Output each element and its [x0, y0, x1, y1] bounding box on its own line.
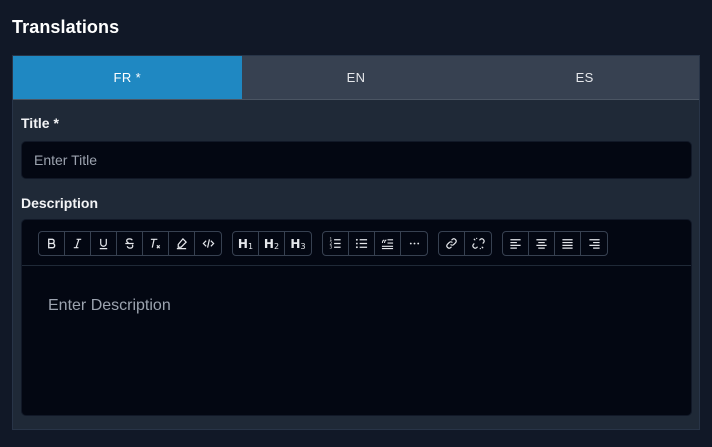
align-center-icon[interactable] [529, 232, 555, 255]
heading-group: H1 H2 H3 [232, 231, 312, 256]
heading-1-letter: H [237, 236, 248, 251]
required-marker: * [53, 115, 59, 131]
code-icon[interactable] [195, 232, 221, 255]
heading-1-icon[interactable]: H1 [233, 232, 259, 255]
tab-fr[interactable]: FR * [13, 56, 242, 99]
underline-icon[interactable] [91, 232, 117, 255]
language-tabs: FR * EN ES [13, 56, 699, 100]
tab-es[interactable]: ES [470, 56, 699, 99]
align-right-icon[interactable] [581, 232, 607, 255]
description-textarea[interactable]: Enter Description [22, 267, 691, 415]
heading-1-number: 1 [247, 241, 254, 251]
description-placeholder: Enter Description [48, 297, 171, 314]
align-justify-icon[interactable] [555, 232, 581, 255]
italic-icon[interactable] [65, 232, 91, 255]
bold-icon[interactable] [39, 232, 65, 255]
heading-2-letter: H [263, 236, 274, 251]
more-icon[interactable] [401, 232, 427, 255]
highlight-icon[interactable] [169, 232, 195, 255]
link-group [438, 231, 492, 256]
format-group [38, 231, 222, 256]
ordered-list-icon[interactable]: 123 [323, 232, 349, 255]
blockquote-icon[interactable] [375, 232, 401, 255]
tab-en[interactable]: EN [242, 56, 471, 99]
title-label: Title * [21, 115, 59, 131]
heading-2-icon[interactable]: H2 [259, 232, 285, 255]
strikethrough-icon[interactable] [117, 232, 143, 255]
editor-toolbar: H1 H2 H3 123 [22, 220, 691, 266]
unlink-icon[interactable] [465, 232, 491, 255]
bullet-list-icon[interactable] [349, 232, 375, 255]
title-input[interactable] [21, 141, 692, 179]
heading-3-letter: H [290, 236, 301, 251]
section-title: Translations [12, 17, 120, 37]
list-group: 123 [322, 231, 428, 256]
link-icon[interactable] [439, 232, 465, 255]
align-group [502, 231, 608, 256]
align-left-icon[interactable] [503, 232, 529, 255]
heading-2-number: 2 [273, 241, 280, 251]
description-editor: H1 H2 H3 123 Enter Description [21, 219, 692, 416]
description-label: Description [21, 195, 99, 211]
clear-format-icon[interactable] [143, 232, 169, 255]
title-label-text: Title [21, 115, 50, 131]
heading-3-number: 3 [300, 241, 306, 251]
translations-panel: FR * EN ES Title* Description [12, 55, 700, 430]
heading-3-icon[interactable]: H3 [285, 232, 311, 255]
svg-text:3: 3 [329, 245, 332, 250]
